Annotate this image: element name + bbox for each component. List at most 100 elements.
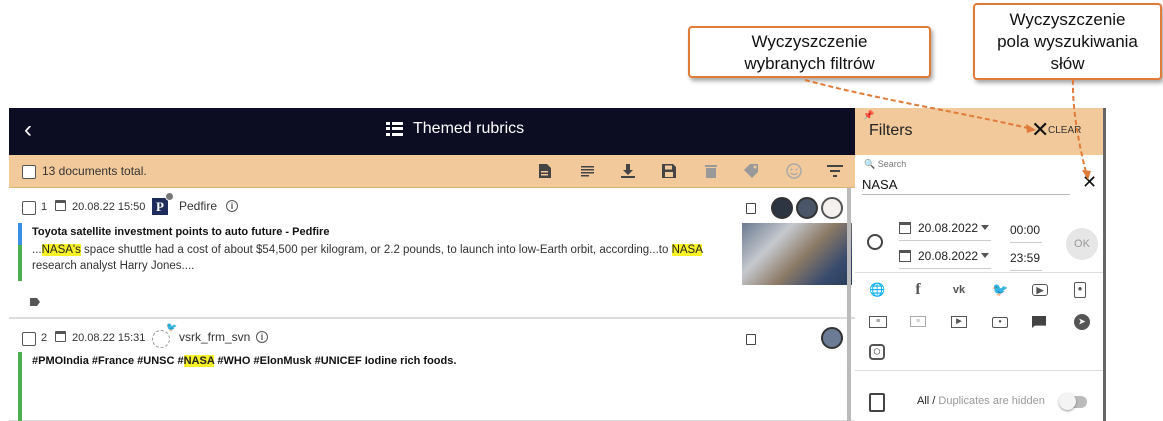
clear-filters-icon[interactable]: ✕ — [1031, 119, 1049, 141]
page-title-group: Themed rubrics — [386, 120, 524, 138]
lines-icon[interactable] — [579, 163, 595, 179]
filter-icon[interactable] — [827, 163, 843, 179]
tag-icon[interactable] — [30, 298, 40, 306]
document-thumbnail[interactable] — [742, 223, 852, 285]
document-headline[interactable]: #PMOIndia #France #UNSC #NASA #WHO #Elon… — [32, 355, 456, 367]
callout-line: Wyczyszczenie — [1009, 10, 1126, 29]
facebook-icon[interactable]: f — [910, 282, 926, 298]
view-document-icon[interactable] — [746, 334, 756, 345]
pedfire-logo-icon: P — [152, 198, 168, 215]
divider — [855, 370, 1103, 371]
document-icon[interactable] — [537, 163, 553, 179]
clear-filters-button[interactable]: CLEAR — [1048, 125, 1081, 136]
documents-pane: ‹ Themed rubrics 13 documents total. 1 2… — [9, 108, 855, 421]
calendar-icon — [899, 250, 911, 262]
search-input[interactable] — [862, 175, 1070, 195]
clear-search-icon[interactable]: ✕ — [1082, 172, 1097, 193]
smile-icon[interactable] — [786, 163, 802, 179]
page-title: Themed rubrics — [413, 120, 525, 137]
duplicates-icon — [869, 393, 885, 412]
comment-icon[interactable]: ≡ — [910, 316, 926, 327]
calendar-icon — [55, 331, 66, 342]
ok-button[interactable]: OK — [1066, 228, 1098, 260]
document-headline[interactable]: Toyota satellite investment points to au… — [32, 226, 329, 238]
status-bar — [18, 223, 22, 245]
duplicates-all: All / — [917, 395, 936, 407]
info-icon[interactable]: i — [226, 200, 238, 212]
row-checkbox[interactable] — [22, 332, 36, 346]
date-from-field[interactable]: 20.08.2022 — [899, 221, 991, 241]
time-from-value: 00:00 — [1010, 223, 1041, 237]
search-label-text: Search — [877, 159, 907, 169]
download-icon[interactable] — [620, 163, 636, 179]
youtube-icon[interactable]: ▶ — [1032, 284, 1048, 296]
view-document-icon[interactable] — [746, 203, 756, 214]
tv-icon[interactable]: ▶ — [951, 316, 967, 328]
time-to-field[interactable]: 23:59 — [1010, 251, 1042, 271]
date-from-value: 20.08.2022 — [918, 221, 979, 235]
avatar[interactable] — [821, 197, 843, 219]
snippet-text: research analyst Harry Jones.... — [32, 260, 195, 272]
globe-icon[interactable]: 🌐 — [869, 282, 885, 298]
info-icon[interactable]: i — [256, 331, 268, 343]
callout-line: wybranych filtrów — [744, 54, 875, 73]
select-all-checkbox[interactable] — [22, 165, 36, 179]
source-name[interactable]: Pedfire — [179, 199, 217, 213]
avatar[interactable] — [796, 197, 818, 219]
history-icon[interactable] — [867, 234, 883, 250]
twitter-icon[interactable]: 🐦 — [992, 282, 1008, 298]
vk-icon[interactable]: vk — [951, 282, 967, 298]
calendar-icon — [899, 222, 911, 234]
avatar[interactable] — [771, 197, 793, 219]
time-from-field[interactable]: 00:00 — [1010, 223, 1042, 243]
status-bar — [18, 352, 22, 421]
twitter-icon: 🐦 — [166, 322, 178, 332]
table-row[interactable]: 1 20.08.22 15:50 P Pedfire i Toyota sate… — [9, 188, 855, 318]
instagram-icon[interactable]: ◯ — [869, 344, 885, 360]
date-to-field[interactable]: 20.08.2022 — [899, 249, 991, 269]
screenshot-root: Wyczyszczenie wybranych filtrów Wyczyszc… — [0, 0, 1163, 421]
status-bar — [18, 245, 22, 281]
document-count: 13 documents total. — [42, 164, 147, 178]
source-name[interactable]: vsrk_frm_svn — [179, 330, 250, 344]
callout-line: Wyczyszczenie — [751, 32, 868, 51]
search-label: 🔍 Search — [864, 159, 907, 169]
time-to-value: 23:59 — [1010, 251, 1041, 265]
chat-icon[interactable] — [1032, 316, 1046, 328]
duplicates-hidden: Duplicates are hidden — [938, 395, 1045, 407]
callout-line: słów — [1050, 54, 1085, 73]
duplicates-toggle[interactable] — [1059, 393, 1087, 410]
filters-header: 📌 Filters ✕ CLEAR — [855, 108, 1103, 155]
radio-icon[interactable]: ● — [992, 317, 1008, 328]
chevron-left-icon[interactable]: ‹ — [24, 118, 32, 142]
pin-icon[interactable]: 📌 — [863, 110, 874, 121]
documents-toolbar: 13 documents total. — [9, 155, 855, 188]
tag-icon[interactable] — [744, 163, 760, 179]
row-checkbox[interactable] — [22, 201, 36, 215]
filters-title: Filters — [869, 122, 913, 139]
table-row[interactable]: 2 20.08.22 15:31 🐦 vsrk_frm_svn i #PMOIn… — [9, 318, 855, 421]
save-icon[interactable] — [661, 163, 677, 179]
document-snippet: ...NASA's space shuttle had a cost of ab… — [32, 242, 747, 274]
avatar[interactable] — [821, 327, 843, 349]
scrollbar[interactable] — [847, 188, 851, 421]
row-index: 2 — [41, 332, 48, 344]
filters-panel: 📌 Filters ✕ CLEAR 🔍 Search ✕ 20.08.2022 … — [855, 108, 1106, 421]
telegram-icon[interactable]: ➤ — [1074, 314, 1090, 330]
callout-clear-filters: Wyczyszczenie wybranych filtrów — [688, 26, 931, 78]
contact-icon[interactable]: ● — [1074, 282, 1086, 298]
snippet-text: space shuttle had a cost of about $54,50… — [80, 244, 672, 256]
callout-line: pola wyszukiwania — [997, 32, 1138, 51]
newspaper-icon[interactable]: ≡ — [869, 316, 887, 328]
chevron-down-icon — [981, 253, 989, 258]
row-date: 20.08.22 15:50 — [72, 201, 146, 213]
calendar-icon — [55, 200, 66, 211]
list-icon — [386, 122, 403, 136]
snippet-text: ... — [32, 244, 42, 256]
headline-text: #PMOIndia #France #UNSC # — [32, 355, 184, 367]
trash-icon[interactable] — [703, 163, 719, 179]
callout-clear-search: Wyczyszczenie pola wyszukiwania słów — [973, 3, 1162, 80]
chevron-down-icon — [981, 225, 989, 230]
globe-icon — [165, 192, 174, 201]
date-to-value: 20.08.2022 — [918, 249, 979, 263]
